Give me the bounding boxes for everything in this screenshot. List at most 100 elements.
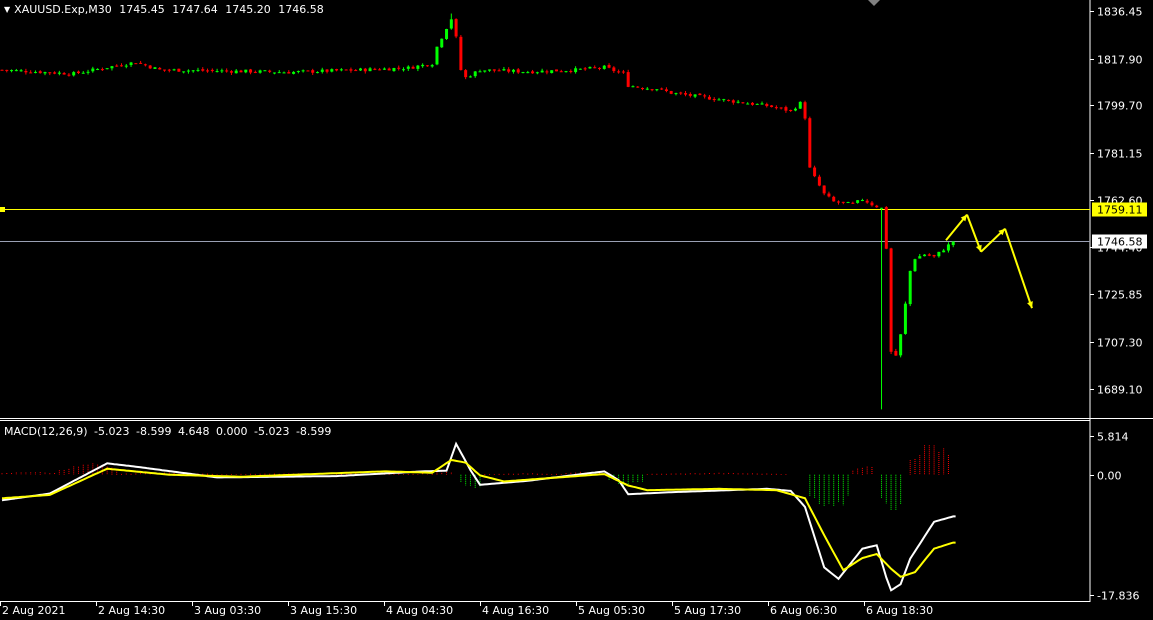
chart-menu-triangle-icon[interactable]: ▼: [4, 5, 10, 14]
candle-body: [488, 69, 492, 71]
candle-body: [837, 201, 840, 203]
candle-body: [521, 72, 525, 74]
macd-name: MACD(12,26,9): [4, 425, 88, 438]
candle-body: [746, 103, 750, 105]
candle-body: [24, 70, 28, 73]
candle-body: [641, 87, 645, 90]
macd-value-1: -5.023: [94, 425, 130, 438]
candle-body: [449, 19, 453, 29]
candle-body: [373, 68, 377, 70]
candle-body: [277, 72, 281, 74]
candle-body: [201, 69, 205, 71]
candle-body: [268, 70, 272, 72]
candle-body: [172, 69, 176, 71]
time-tick-label: 6 Aug 06:30: [770, 604, 837, 617]
candle-body: [913, 259, 917, 272]
candle-body: [239, 70, 243, 73]
candle-body: [588, 66, 592, 69]
candle-body: [411, 66, 415, 69]
candle-body: [645, 88, 649, 90]
candle-body: [124, 65, 128, 67]
candle-body: [540, 70, 544, 73]
candle-body: [545, 71, 549, 73]
candle-body: [143, 64, 147, 66]
candle-body: [793, 108, 797, 111]
candle-body: [516, 69, 520, 73]
candle-body: [62, 73, 66, 75]
candle-body: [741, 102, 745, 104]
candle-body: [803, 102, 807, 119]
candle-body: [292, 71, 296, 74]
macd-tick-label: 5.814: [1097, 431, 1129, 444]
candle-body: [210, 69, 214, 71]
candle-body: [511, 69, 515, 72]
candle-body: [918, 256, 922, 259]
candle-body: [392, 68, 396, 72]
candle-body: [120, 65, 123, 67]
candle-body: [693, 94, 697, 97]
candle-body: [38, 71, 42, 74]
candle-body: [574, 68, 578, 73]
candle-body: [473, 71, 477, 77]
candle-body: [234, 70, 238, 74]
candle-body: [865, 200, 869, 203]
level-handle: [0, 207, 5, 212]
candle-body: [387, 68, 391, 71]
candle-body: [306, 70, 310, 72]
candle-body: [191, 70, 195, 72]
candle-body: [134, 63, 138, 65]
price-tick-label: 1836.45: [1097, 6, 1143, 19]
price-tick-label: 1799.70: [1097, 100, 1143, 113]
candle-body: [827, 193, 831, 197]
time-tick-label: 5 Aug 17:30: [674, 604, 741, 617]
candle-body: [19, 70, 23, 72]
candle-body: [492, 69, 496, 71]
candle-body: [822, 185, 826, 194]
candle-body: [344, 69, 348, 71]
candle-body: [923, 254, 927, 257]
candle-body: [249, 69, 253, 73]
candle-body: [33, 71, 37, 73]
candle-body: [282, 72, 286, 74]
candle-body: [76, 71, 80, 74]
candle-body: [53, 72, 57, 74]
candle-body: [86, 71, 90, 73]
macd-tick-label: -17.836: [1097, 590, 1139, 603]
candle-body: [421, 64, 425, 67]
candle-body: [72, 72, 76, 76]
candle-body: [717, 99, 721, 101]
candle-body: [43, 72, 47, 74]
ohlc-low: 1745.20: [225, 3, 271, 16]
candle-body: [669, 91, 673, 94]
candle-body: [583, 68, 587, 70]
candle-body: [870, 202, 874, 206]
candle-body: [229, 71, 233, 73]
time-tick-label: 6 Aug 18:30: [866, 604, 933, 617]
candle-body: [478, 71, 482, 73]
candle-body: [330, 69, 334, 72]
candle-body: [621, 71, 625, 73]
candle-body: [660, 88, 664, 90]
candle-body: [29, 72, 33, 74]
candle-body: [502, 69, 506, 71]
candle-body: [894, 351, 898, 356]
candle-body: [727, 99, 731, 101]
candle-body: [454, 19, 458, 37]
candle-body: [564, 71, 568, 73]
chart-symbol: XAUUSD.Exp,M30: [14, 3, 112, 16]
candle-body: [91, 68, 95, 72]
candle-body: [535, 72, 539, 74]
candle-body: [937, 251, 941, 257]
candle-body: [707, 96, 711, 100]
candle-body: [808, 118, 812, 168]
candle-body: [908, 270, 912, 305]
time-tick-label: 2 Aug 14:30: [98, 604, 165, 617]
macd-value-4: 0.000: [215, 425, 248, 438]
candle-body: [0, 69, 4, 71]
candle-body: [942, 250, 946, 253]
candle-body: [335, 69, 339, 71]
time-tick-label: 4 Aug 04:30: [386, 604, 453, 617]
candle-body: [559, 71, 563, 73]
candle-body: [163, 69, 167, 71]
candle-body: [483, 70, 487, 72]
